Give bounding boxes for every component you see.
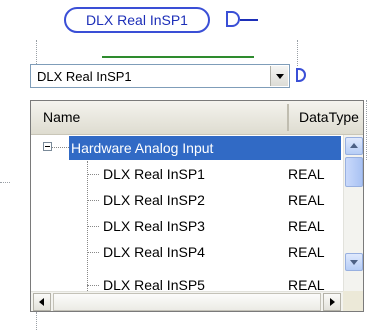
variable-name: DLX Real InSP2 <box>103 192 205 208</box>
scroll-thumb[interactable] <box>345 157 363 187</box>
variable-label: DLX Real InSP1 <box>86 12 188 28</box>
tree-connector <box>87 174 99 175</box>
variable-type: REAL <box>288 244 325 260</box>
table-row[interactable]: DLX Real InSP4 REAL <box>31 239 341 265</box>
group-label: Hardware Analog Input <box>71 140 214 156</box>
tree-connector <box>52 147 69 148</box>
table-row[interactable]: DLX Real InSP1 REAL <box>31 161 341 187</box>
pin-icon[interactable] <box>296 68 306 82</box>
tree-connector <box>87 252 99 253</box>
variable-type: REAL <box>288 166 325 182</box>
variable-list-panel: Name DataType Hardware Analog Input DLX … <box>30 100 364 312</box>
output-wire <box>240 19 258 21</box>
vertical-scrollbar[interactable] <box>343 135 363 291</box>
scroll-left-icon[interactable] <box>33 293 51 311</box>
variable-name: DLX Real InSP1 <box>103 166 205 182</box>
scroll-up-icon[interactable] <box>345 137 363 155</box>
tree-connector <box>87 226 99 227</box>
scroll-down-icon[interactable] <box>345 253 363 271</box>
canvas-guide <box>36 312 37 330</box>
scrollbar-corner <box>343 291 363 311</box>
tree-rows: Hardware Analog Input DLX Real InSP1 REA… <box>31 135 341 291</box>
variable-name: DLX Real InSP3 <box>103 218 205 234</box>
column-divider[interactable] <box>287 104 289 131</box>
variable-type: REAL <box>288 218 325 234</box>
table-row[interactable]: DLX Real InSP5 REAL <box>31 272 341 291</box>
horizontal-scrollbar[interactable] <box>31 291 363 311</box>
collapse-icon[interactable] <box>43 142 52 151</box>
variable-combobox[interactable]: DLX Real InSP1 <box>30 64 290 88</box>
tree-connector <box>87 200 99 201</box>
variable-name: DLX Real InSP5 <box>103 277 205 291</box>
variable-type: REAL <box>288 277 325 291</box>
canvas-guide <box>0 182 10 183</box>
column-header-name[interactable]: Name <box>43 109 80 125</box>
scroll-right-icon[interactable] <box>323 293 341 311</box>
canvas-guide <box>36 40 37 64</box>
combobox-value: DLX Real InSP1 <box>37 69 132 84</box>
variable-name: DLX Real InSP4 <box>103 244 205 260</box>
connection-wire <box>102 56 254 58</box>
table-row[interactable]: DLX Real InSP3 REAL <box>31 213 341 239</box>
column-header-datatype[interactable]: DataType <box>299 109 359 125</box>
variable-type: REAL <box>288 192 325 208</box>
table-row[interactable]: DLX Real InSP2 REAL <box>31 187 341 213</box>
output-pin-icon[interactable] <box>226 11 240 27</box>
canvas-guide <box>297 40 298 66</box>
list-header: Name DataType <box>31 101 363 135</box>
dropdown-arrow-icon[interactable] <box>270 66 288 86</box>
tree-group-row[interactable]: Hardware Analog Input <box>31 135 341 161</box>
canvas-guide <box>366 100 367 160</box>
tree-connector <box>87 285 99 286</box>
variable-block[interactable]: DLX Real InSP1 <box>64 7 210 33</box>
scroll-thumb-horizontal[interactable] <box>53 293 321 311</box>
